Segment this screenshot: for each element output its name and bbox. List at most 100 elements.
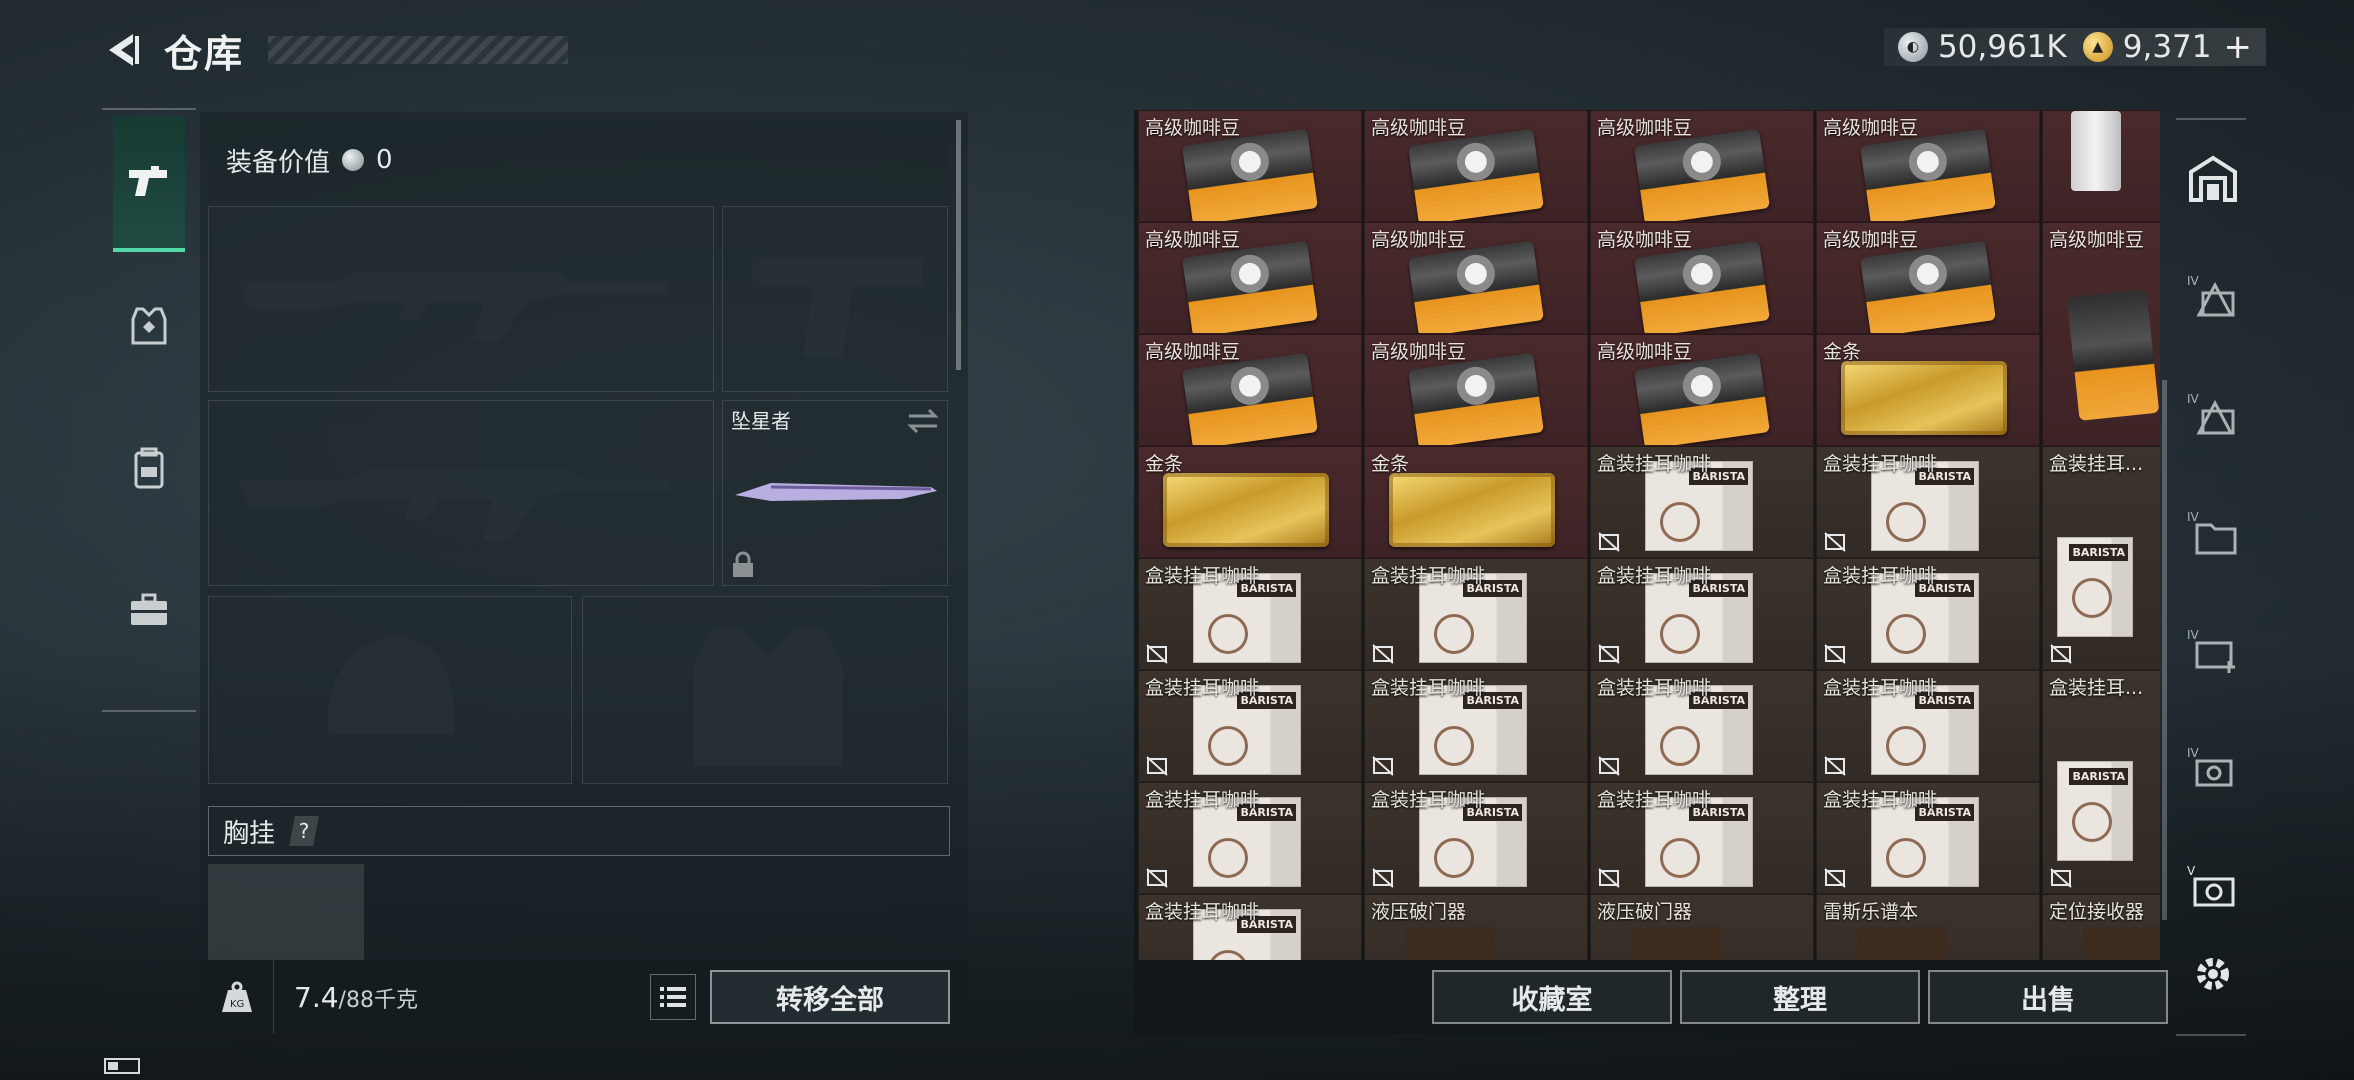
stash-item[interactable]: 高级咖啡豆 bbox=[1590, 334, 1814, 446]
coffee-bag-image bbox=[1860, 128, 1996, 221]
stash-item[interactable]: 盒装挂耳咖啡 bbox=[1590, 558, 1814, 670]
tab-backpack[interactable] bbox=[113, 400, 185, 536]
item-name: 盒装挂耳咖啡 bbox=[1597, 789, 1712, 811]
safe-case-icon: V bbox=[2187, 864, 2235, 907]
briefcase-icon bbox=[131, 593, 167, 625]
item-name: 高级咖啡豆 bbox=[1823, 117, 1919, 139]
stash-item[interactable]: 高级咖啡豆 bbox=[1364, 334, 1588, 446]
stash-item[interactable]: 高级咖啡豆 bbox=[1364, 110, 1588, 222]
add-currency-button[interactable]: + bbox=[2224, 27, 2253, 67]
collection-room-button[interactable]: 收藏室 bbox=[1432, 970, 1672, 1024]
stash-item[interactable]: 盒装挂耳咖啡 bbox=[1138, 782, 1362, 894]
currency-bar: ◐ 50,961K ▲ 9,371 + bbox=[1883, 27, 2266, 67]
coffee-bag-image bbox=[1408, 128, 1544, 221]
stash-item[interactable]: 盒装挂耳咖啡 bbox=[1590, 782, 1814, 894]
primary-weapon-slot[interactable] bbox=[208, 206, 714, 392]
svg-text:IV: IV bbox=[2187, 628, 2200, 642]
stash-item[interactable]: 高级咖啡豆 bbox=[2042, 222, 2160, 446]
chest-rig-slot[interactable] bbox=[208, 864, 364, 960]
silver-currency[interactable]: ◐ 50,961K bbox=[1897, 29, 2067, 65]
stash-item[interactable]: 盒装挂耳咖啡 bbox=[1816, 782, 2040, 894]
page-title: 仓库 bbox=[164, 31, 245, 76]
no-transfer-icon bbox=[1598, 644, 1620, 664]
storage-medkit-button[interactable]: IV bbox=[2176, 610, 2250, 690]
no-transfer-icon bbox=[1372, 756, 1394, 776]
chest-rig-header[interactable]: 胸挂 ? bbox=[208, 806, 950, 856]
stash-item[interactable]: 金条 bbox=[1364, 446, 1588, 558]
gold-currency[interactable]: ▲ 9,371 + bbox=[2082, 27, 2253, 67]
equipment-value: 装备价值 0 bbox=[210, 122, 948, 198]
chest-rig-label: 胸挂 bbox=[223, 818, 276, 849]
stash-item[interactable]: 高级咖啡豆 bbox=[1364, 222, 1588, 334]
pistol-slot[interactable] bbox=[722, 206, 948, 392]
body-armor-slot[interactable] bbox=[582, 596, 948, 784]
stash-item[interactable]: 盒装挂耳咖啡 bbox=[1138, 558, 1362, 670]
coffee-bag-image bbox=[1408, 352, 1544, 445]
stash-item[interactable]: 盒装挂耳... bbox=[2042, 670, 2160, 894]
transfer-all-button[interactable]: 转移全部 bbox=[710, 970, 950, 1024]
sell-button[interactable]: 出售 bbox=[1928, 970, 2168, 1024]
coffee-bag-image bbox=[1182, 240, 1318, 333]
tab-armor[interactable] bbox=[113, 258, 185, 394]
item-name: 高级咖啡豆 bbox=[2049, 229, 2145, 251]
item-name: 液压破门器 bbox=[1371, 901, 1467, 923]
stash-item[interactable]: 高级咖啡豆 bbox=[1138, 110, 1362, 222]
coffee-bag-image bbox=[1860, 240, 1996, 333]
stash-scrollbar[interactable] bbox=[2162, 380, 2167, 920]
storage-tools-button[interactable]: IV bbox=[2176, 728, 2250, 808]
storage-safe-button[interactable]: V bbox=[2176, 846, 2250, 926]
settings-button[interactable] bbox=[2176, 934, 2250, 1014]
stash-item[interactable]: 金条 bbox=[1816, 334, 2040, 446]
stash-item[interactable]: 盒装挂耳咖啡 bbox=[1138, 670, 1362, 782]
help-icon[interactable]: ? bbox=[289, 816, 320, 846]
stash-item[interactable]: 盒装挂耳咖啡 bbox=[1590, 670, 1814, 782]
warehouse-button[interactable] bbox=[2176, 138, 2250, 218]
stash-item[interactable]: 高级咖啡豆 bbox=[1816, 110, 2040, 222]
helmet-slot[interactable] bbox=[208, 596, 572, 784]
stash-item[interactable]: 液压破门器 bbox=[1364, 894, 1588, 960]
storage-folder-button[interactable]: IV bbox=[2176, 492, 2250, 572]
stash-item[interactable]: 定位接收器 bbox=[2042, 894, 2160, 960]
no-transfer-icon bbox=[1598, 868, 1620, 888]
stash-item[interactable]: 高级咖啡豆 bbox=[1816, 222, 2040, 334]
list-view-button[interactable] bbox=[650, 974, 696, 1020]
stash-item[interactable]: 盒装挂耳咖啡 bbox=[1364, 558, 1588, 670]
stash-item[interactable]: 金条 bbox=[1138, 446, 1362, 558]
back-arrow-icon[interactable] bbox=[100, 27, 146, 73]
stash-item[interactable]: 高级咖啡豆 bbox=[1138, 222, 1362, 334]
stash-item[interactable]: 盒装挂耳咖啡 bbox=[1138, 894, 1362, 960]
stash-item[interactable]: 盒装挂耳咖啡 bbox=[1364, 782, 1588, 894]
stash-item[interactable]: 雷斯乐谱本 bbox=[1816, 894, 2040, 960]
stash-item[interactable]: 高级咖啡豆 bbox=[1590, 110, 1814, 222]
stash-item[interactable]: 盒装挂耳咖啡 bbox=[1590, 446, 1814, 558]
rifle-silhouette-icon bbox=[239, 469, 669, 541]
secondary-weapon-slot[interactable] bbox=[208, 400, 714, 586]
item-name: 高级咖啡豆 bbox=[1597, 341, 1693, 363]
folder-icon: IV bbox=[2187, 510, 2237, 555]
item-name: 高级咖啡豆 bbox=[1145, 229, 1241, 251]
storage-box-4-button[interactable]: IV bbox=[2176, 256, 2250, 336]
item-name: 高级咖啡豆 bbox=[1371, 117, 1467, 139]
svg-text:KG: KG bbox=[230, 999, 244, 1010]
item-name: 盒装挂耳咖啡 bbox=[1371, 677, 1486, 699]
stash-item[interactable]: 盒装挂耳咖啡 bbox=[1816, 558, 2040, 670]
item-name: 高级咖啡豆 bbox=[1371, 341, 1467, 363]
tab-case[interactable] bbox=[113, 542, 185, 678]
stash-item[interactable]: 液压破门器 bbox=[1590, 894, 1814, 960]
equipment-scrollbar[interactable] bbox=[956, 120, 961, 370]
no-transfer-icon bbox=[1824, 756, 1846, 776]
melee-slot[interactable]: 坠星者 bbox=[722, 400, 948, 586]
stash-item[interactable]: 高级咖啡豆 bbox=[1138, 334, 1362, 446]
stash-item[interactable] bbox=[2042, 110, 2160, 222]
sort-button[interactable]: 整理 bbox=[1680, 970, 1920, 1024]
stash-item[interactable]: 盒装挂耳... bbox=[2042, 446, 2160, 670]
stash-item[interactable]: 盒装挂耳咖啡 bbox=[1816, 446, 2040, 558]
stash-item[interactable]: 盒装挂耳咖啡 bbox=[1816, 670, 2040, 782]
stash-item[interactable]: 盒装挂耳咖啡 bbox=[1364, 670, 1588, 782]
item-image bbox=[2071, 111, 2121, 191]
item-name: 高级咖啡豆 bbox=[1145, 341, 1241, 363]
stash-item[interactable]: 高级咖啡豆 bbox=[1590, 222, 1814, 334]
no-transfer-icon bbox=[1146, 644, 1168, 664]
storage-box-4b-button[interactable]: IV bbox=[2176, 374, 2250, 454]
tab-weapons[interactable] bbox=[113, 116, 185, 252]
